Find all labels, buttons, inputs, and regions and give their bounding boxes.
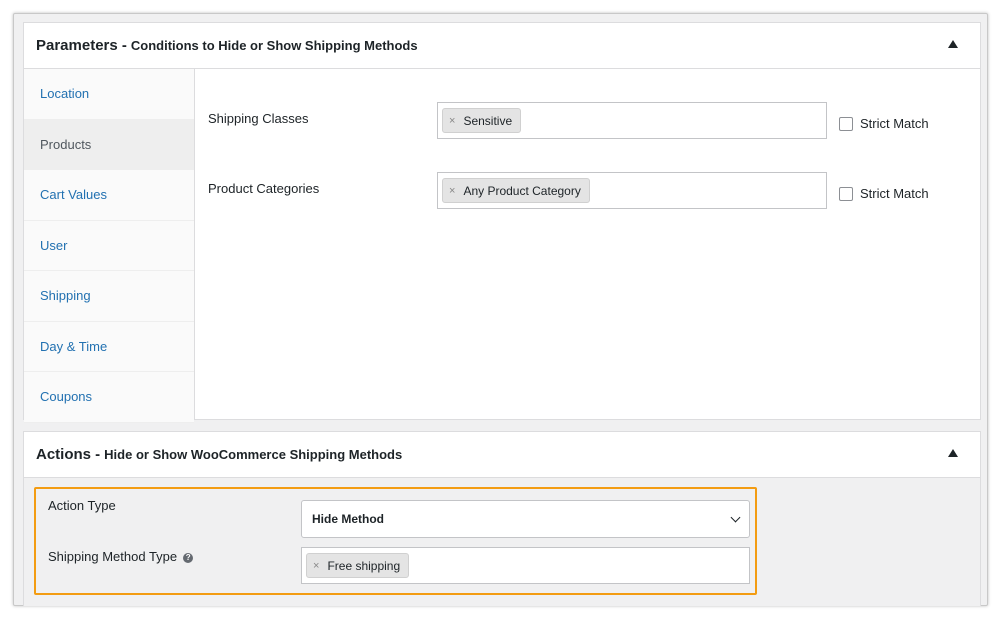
token-label: Any Product Category [463,183,581,198]
shipping-method-type-select[interactable]: × Free shipping [301,547,750,584]
strict-match-checkbox[interactable] [839,116,853,131]
help-icon[interactable]: ? [183,552,194,563]
shipping-method-token: × Free shipping [306,553,410,578]
settings-frame: Parameters - Conditions to Hide or Show … [13,13,988,606]
actions-body: Action Type Hide Method Shipping Method … [24,478,980,606]
tab-coupons[interactable]: Coupons [24,372,194,423]
strict-match-label: Strict Match [860,116,929,131]
action-type-value: Hide Method [312,512,384,526]
parameters-panel: Parameters - Conditions to Hide or Show … [23,22,981,423]
remove-icon[interactable]: × [313,560,319,572]
actions-subtitle: Hide or Show WooCommerce Shipping Method… [104,447,403,462]
tab-day-time[interactable]: Day & Time [24,321,194,372]
shipping-method-type-label: Shipping Method Type? [48,549,194,564]
actions-panel: Actions - Hide or Show WooCommerce Shipp… [23,431,981,606]
shipping-method-type-text: Shipping Method Type [48,549,178,564]
parameters-title: Parameters - [36,37,127,54]
shipping-classes-label: Shipping Classes [208,111,309,126]
highlight-box: Action Type Hide Method Shipping Method … [34,487,757,595]
collapse-arrow-icon[interactable] [948,449,958,457]
remove-icon[interactable]: × [449,185,455,197]
token-label: Free shipping [327,558,401,573]
tab-location[interactable]: Location [24,69,194,120]
tab-user[interactable]: User [24,220,194,271]
action-type-select[interactable]: Hide Method [301,500,750,538]
remove-icon[interactable]: × [449,115,455,127]
strict-match-label: Strict Match [860,186,929,201]
parameters-header[interactable]: Parameters - Conditions to Hide or Show … [24,23,980,69]
tab-products[interactable]: Products [24,119,194,170]
token-label: Sensitive [463,113,513,128]
tab-cart-values[interactable]: Cart Values [24,170,194,221]
actions-title: Actions - [36,446,101,463]
shipping-classes-select[interactable]: × Sensitive [437,102,827,139]
chevron-down-icon [730,512,741,523]
shipping-classes-strict-match[interactable]: Strict Match [839,116,929,131]
collapse-arrow-icon[interactable] [948,40,958,48]
strict-match-checkbox[interactable] [839,186,853,201]
action-type-label: Action Type [48,498,116,513]
product-categories-strict-match[interactable]: Strict Match [839,186,929,201]
condition-tabs: Location Products Cart Values User Shipp… [24,69,195,423]
product-categories-select[interactable]: × Any Product Category [437,172,827,209]
tab-shipping[interactable]: Shipping [24,271,194,322]
product-category-token: × Any Product Category [442,178,590,203]
product-categories-label: Product Categories [208,181,320,196]
parameters-subtitle: Conditions to Hide or Show Shipping Meth… [130,38,418,53]
shipping-class-token: × Sensitive [442,108,522,133]
actions-header[interactable]: Actions - Hide or Show WooCommerce Shipp… [24,432,980,478]
